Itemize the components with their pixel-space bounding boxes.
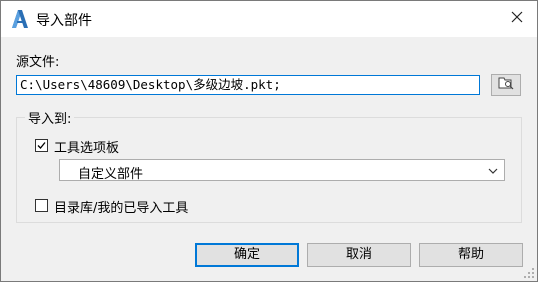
palette-select-value: 自定义部件 [78,167,144,182]
autocad-a-icon [11,9,29,29]
resize-grip-icon[interactable] [523,267,535,279]
tool-palette-label: 工具选项板 [54,141,120,156]
catalog-label: 目录库/我的已导入工具 [54,201,189,216]
close-button[interactable] [497,1,537,37]
tool-palette-checkbox[interactable] [35,139,48,152]
title-bar: 导入部件 [1,1,537,37]
source-file-label: 源文件: [16,55,60,70]
browse-button[interactable] [491,74,521,96]
source-file-input[interactable]: C:\Users\48609\Desktop\多级边坡.pkt; [16,75,480,95]
close-icon [511,11,523,27]
cancel-button[interactable]: 取消 [307,243,411,267]
import-to-label: 导入到: [25,108,75,127]
catalog-checkbox[interactable] [35,199,48,212]
palette-select[interactable]: 自定义部件 [59,159,505,182]
help-button[interactable]: 帮助 [419,243,523,267]
checkmark-icon [37,142,46,149]
import-parts-dialog: 导入部件 源文件: C:\Users\48609\Desktop\多级边坡.pk… [0,0,538,282]
ok-button[interactable]: 确定 [195,243,299,267]
browse-folder-icon [498,76,514,94]
chevron-down-icon [488,165,498,180]
dialog-title: 导入部件 [36,13,92,29]
